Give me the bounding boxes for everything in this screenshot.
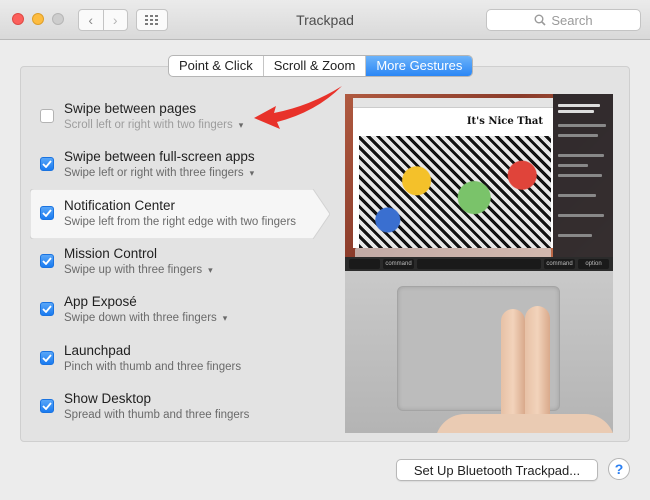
question-mark-icon: ? bbox=[614, 461, 624, 477]
mission-control-checkbox[interactable] bbox=[40, 254, 54, 268]
launchpad-checkbox[interactable] bbox=[40, 351, 54, 365]
option-title: Show Desktop bbox=[64, 391, 152, 406]
preview-hand bbox=[435, 414, 613, 433]
zoom-window-button[interactable] bbox=[52, 13, 64, 25]
tab-more-gestures[interactable]: More Gestures bbox=[365, 56, 473, 76]
preview-site-title: It's Nice That bbox=[466, 115, 543, 127]
option-title: Notification Center bbox=[64, 198, 176, 213]
option-subtitle-menu[interactable]: Swipe down with three fingers ▾ bbox=[64, 312, 227, 324]
checkmark-icon bbox=[42, 257, 52, 265]
preview-finger bbox=[501, 309, 525, 429]
checkmark-icon bbox=[42, 160, 52, 168]
option-subtitle: Pinch with thumb and three fingers bbox=[64, 361, 242, 373]
back-forward-group: ‹ › bbox=[78, 9, 128, 31]
notification-center-checkbox[interactable] bbox=[40, 206, 54, 220]
help-button[interactable]: ? bbox=[608, 458, 630, 480]
option-subtitle-menu[interactable]: Scroll left or right with two fingers ▾ bbox=[64, 119, 243, 131]
option-launchpad[interactable]: Launchpad Pinch with thumb and three fin… bbox=[38, 340, 328, 386]
preview-key-option: option bbox=[578, 259, 609, 269]
chevron-right-icon: › bbox=[112, 12, 118, 28]
option-subtitle: Swipe left from the right edge with two … bbox=[64, 216, 297, 228]
option-notification-center[interactable]: Notification Center Swipe left from the … bbox=[38, 195, 328, 241]
option-title: Launchpad bbox=[64, 343, 131, 358]
preview-key bbox=[349, 259, 380, 269]
option-app-expose[interactable]: App Exposé Swipe down with three fingers… bbox=[38, 291, 328, 337]
red-arrow-annotation bbox=[254, 86, 342, 129]
option-subtitle-menu[interactable]: Swipe left or right with three fingers ▾ bbox=[64, 167, 254, 179]
tab-bar: Point & Click Scroll & Zoom More Gesture… bbox=[168, 55, 474, 77]
preview-screen: It's Nice That bbox=[345, 94, 613, 269]
tab-point-click[interactable]: Point & Click bbox=[169, 56, 263, 76]
preview-artwork bbox=[359, 136, 551, 248]
search-field[interactable]: Search bbox=[486, 9, 641, 31]
preview-key-command-left: command bbox=[383, 259, 414, 269]
back-button[interactable]: ‹ bbox=[79, 10, 103, 30]
option-subtitle: Scroll left or right with two fingers bbox=[64, 119, 233, 131]
option-subtitle-wrap: Swipe left from the right edge with two … bbox=[64, 216, 296, 228]
option-subtitle: Swipe left or right with three fingers bbox=[64, 167, 244, 179]
forward-button[interactable]: › bbox=[102, 10, 128, 30]
option-show-desktop[interactable]: Show Desktop Spread with thumb and three… bbox=[38, 388, 328, 434]
swipe-apps-checkbox[interactable] bbox=[40, 157, 54, 171]
option-subtitle: Swipe up with three fingers bbox=[64, 264, 203, 276]
chevron-down-icon: ▾ bbox=[208, 264, 213, 275]
preview-keyboard-row: command command option bbox=[345, 257, 613, 271]
option-subtitle-menu[interactable]: Swipe up with three fingers ▾ bbox=[64, 264, 213, 276]
swipe-pages-checkbox[interactable] bbox=[40, 109, 54, 123]
search-placeholder: Search bbox=[551, 12, 593, 28]
chevron-down-icon: ▾ bbox=[222, 312, 228, 323]
title-bar: ‹ › Trackpad Search bbox=[0, 0, 650, 40]
chevron-down-icon: ▾ bbox=[249, 167, 255, 178]
preview-key-space bbox=[417, 259, 541, 269]
option-subtitle-wrap: Pinch with thumb and three fingers bbox=[64, 361, 241, 373]
show-desktop-checkbox[interactable] bbox=[40, 399, 54, 413]
checkmark-icon bbox=[42, 402, 52, 410]
preview-key-command-right: command bbox=[544, 259, 575, 269]
setup-bluetooth-trackpad-button[interactable]: Set Up Bluetooth Trackpad... bbox=[396, 459, 598, 481]
preview-notification-panel bbox=[553, 94, 613, 269]
option-mission-control[interactable]: Mission Control Swipe up with three fing… bbox=[38, 243, 328, 289]
option-title: App Exposé bbox=[64, 294, 137, 309]
checkmark-icon bbox=[42, 305, 52, 313]
tab-scroll-zoom[interactable]: Scroll & Zoom bbox=[262, 56, 366, 76]
option-title: Mission Control bbox=[64, 246, 158, 261]
option-title: Swipe between pages bbox=[64, 101, 197, 116]
option-subtitle-wrap: Spread with thumb and three fingers bbox=[64, 409, 249, 421]
app-expose-checkbox[interactable] bbox=[40, 302, 54, 316]
minimize-window-button[interactable] bbox=[32, 13, 44, 25]
preview-browser-bar bbox=[353, 98, 553, 108]
gesture-preview-image: It's Nice That command command option bbox=[345, 94, 613, 433]
preview-browser-window: It's Nice That bbox=[353, 98, 553, 248]
option-title: Swipe between full-screen apps bbox=[64, 149, 255, 164]
preview-finger bbox=[525, 306, 550, 431]
option-swipe-full-screen-apps[interactable]: Swipe between full-screen apps Swipe lef… bbox=[38, 146, 328, 192]
close-window-button[interactable] bbox=[12, 13, 24, 25]
grid-icon bbox=[145, 15, 158, 25]
checkmark-icon bbox=[42, 209, 52, 217]
checkmark-icon bbox=[42, 354, 52, 362]
chevron-down-icon: ▾ bbox=[238, 119, 244, 130]
search-icon bbox=[534, 14, 546, 26]
show-all-button[interactable] bbox=[136, 9, 168, 31]
option-subtitle: Spread with thumb and three fingers bbox=[64, 409, 250, 421]
chevron-left-icon: ‹ bbox=[88, 12, 94, 28]
option-subtitle: Swipe down with three fingers bbox=[64, 312, 217, 324]
